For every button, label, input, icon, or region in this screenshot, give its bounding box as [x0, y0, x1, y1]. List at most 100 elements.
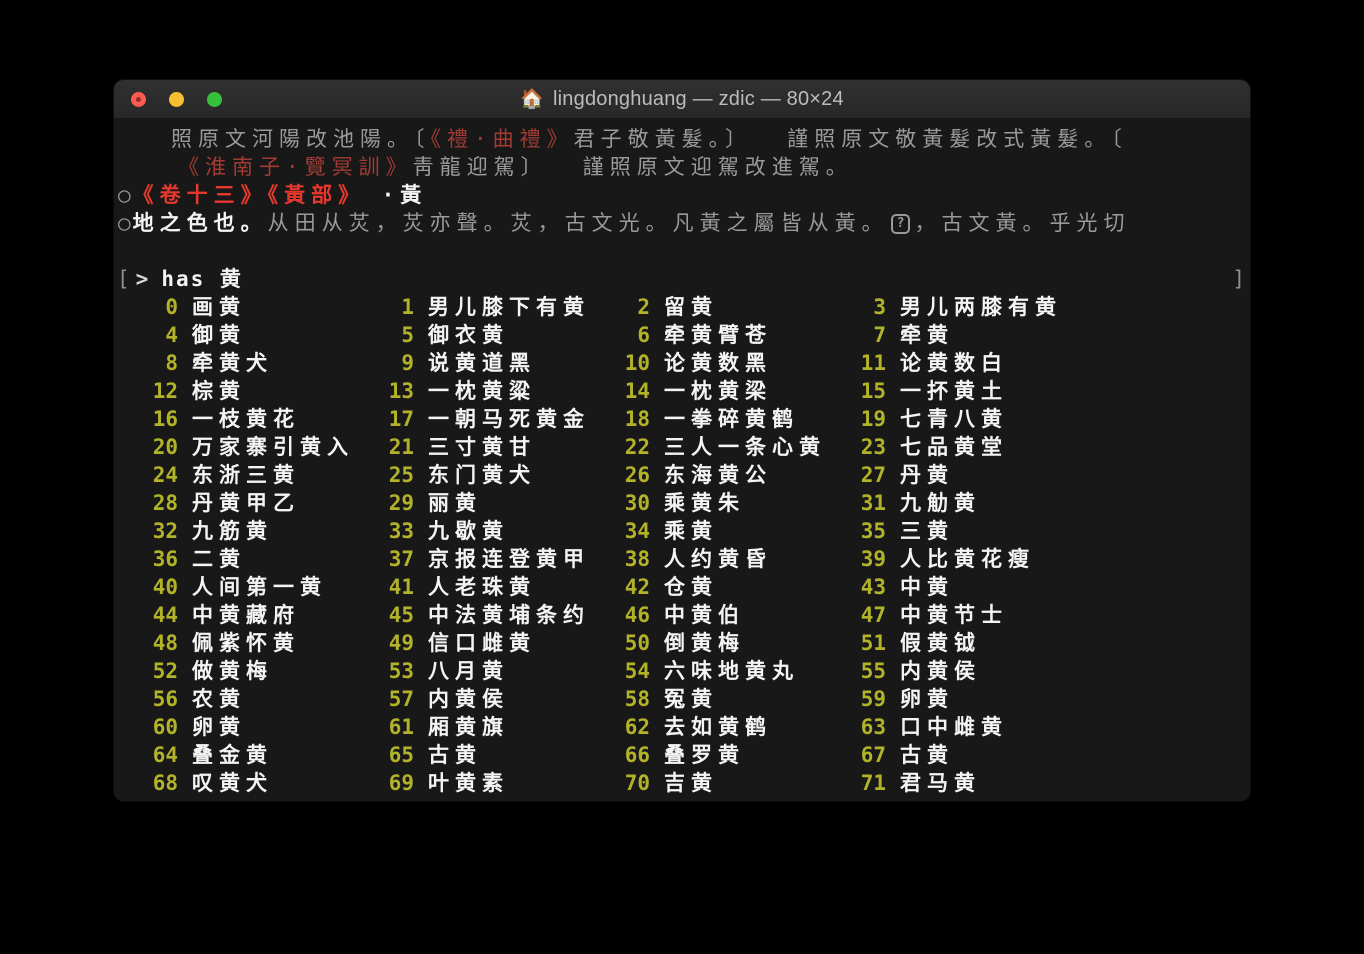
title-bar[interactable]: 🏠 lingdonghuang — zdic — 80×24 [114, 80, 1250, 119]
text-segment: ? [891, 214, 911, 234]
text-segment: 照原文河陽改池陽。〔 [171, 127, 431, 151]
result-index: 71 [856, 769, 886, 797]
result-item[interactable]: 10论黄数黑 [620, 349, 856, 377]
result-item[interactable]: 1男儿膝下有黄 [384, 293, 620, 321]
result-item[interactable]: 59卵黄 [856, 685, 1092, 713]
result-item[interactable]: 60卵黄 [148, 713, 384, 741]
result-item[interactable]: 38人约黄昏 [620, 545, 856, 573]
result-item[interactable]: 68叹黄犬 [148, 769, 384, 797]
close-button[interactable] [131, 92, 146, 107]
result-item[interactable]: 6牵黄臂苍 [620, 321, 856, 349]
result-item[interactable]: 14一枕黄梁 [620, 377, 856, 405]
result-item[interactable]: 64叠金黄 [148, 741, 384, 769]
result-item[interactable]: 40人间第一黄 [148, 573, 384, 601]
result-term: 一朝马死黄金 [428, 405, 590, 433]
result-item[interactable]: 25东门黄犬 [384, 461, 620, 489]
result-item[interactable]: 34乘黄 [620, 517, 856, 545]
result-item[interactable]: 21三寸黄甘 [384, 433, 620, 461]
result-item[interactable]: 30乘黄朱 [620, 489, 856, 517]
result-item[interactable]: 36二黄 [148, 545, 384, 573]
result-item[interactable]: 32九筋黄 [148, 517, 384, 545]
result-item[interactable]: 56农黄 [148, 685, 384, 713]
result-item[interactable]: 58冤黄 [620, 685, 856, 713]
text-segment: 地之色也。 [133, 211, 268, 235]
result-index: 46 [620, 601, 650, 629]
result-item[interactable]: 71 君马黄 [856, 769, 1092, 797]
result-item[interactable]: 12棕黄 [148, 377, 384, 405]
result-item[interactable]: 48佩紫怀黄 [148, 629, 384, 657]
search-prompt-line[interactable]: [ > has 黄 ] [114, 265, 1250, 293]
result-item[interactable]: 62去如黄鹤 [620, 713, 856, 741]
result-item[interactable]: 9说黄道黑 [384, 349, 620, 377]
result-term: 九歇黄 [428, 517, 509, 545]
result-term: 君马黄 [900, 769, 981, 797]
result-item[interactable]: 26东海黄公 [620, 461, 856, 489]
result-item[interactable]: 43中黄 [856, 573, 1092, 601]
result-item[interactable]: 57内黄侯 [384, 685, 620, 713]
result-item[interactable]: 28丹黄甲乙 [148, 489, 384, 517]
output-line: ○地之色也。从田从炗，炗亦聲。炗，古文光。凡黃之屬皆从黃。?，古文黃。乎光切 [114, 209, 1250, 237]
result-item[interactable]: 69叶黄素 [384, 769, 620, 797]
result-item[interactable]: 39人比黄花瘦 [856, 545, 1092, 573]
result-term: 中法黄埔条约 [428, 601, 590, 629]
result-item[interactable]: 46 中黄伯 [620, 601, 856, 629]
result-item[interactable]: 44中黄藏府 [148, 601, 384, 629]
result-item[interactable]: 42仓黄 [620, 573, 856, 601]
result-item[interactable]: 61厢黄旗 [384, 713, 620, 741]
result-item[interactable]: 49信口雌黄 [384, 629, 620, 657]
result-item[interactable]: 65古黄 [384, 741, 620, 769]
zoom-button[interactable] [207, 92, 222, 107]
result-item[interactable]: 31九觔黄 [856, 489, 1092, 517]
result-item[interactable]: 15一抔黄土 [856, 377, 1092, 405]
result-item[interactable]: 23七品黄堂 [856, 433, 1092, 461]
result-item[interactable]: 24东浙三黄 [148, 461, 384, 489]
result-item[interactable]: 54六味地黄丸 [620, 657, 856, 685]
result-term: 三黄 [900, 517, 954, 545]
minimize-button[interactable] [169, 92, 184, 107]
result-item[interactable]: 27丹黄 [856, 461, 1092, 489]
result-index: 41 [384, 573, 414, 601]
result-item[interactable]: 13一枕黄粱 [384, 377, 620, 405]
result-item[interactable]: 2留黄 [620, 293, 856, 321]
result-item[interactable]: 41人老珠黄 [384, 573, 620, 601]
result-item[interactable]: 70吉黄 [620, 769, 856, 797]
result-item[interactable]: 17一朝马死黄金 [384, 405, 620, 433]
result-item[interactable]: 51假黄钺 [856, 629, 1092, 657]
result-item[interactable]: 66叠罗黄 [620, 741, 856, 769]
result-item[interactable]: 22三人一条心黄 [620, 433, 856, 461]
result-item[interactable]: 7牵黄 [856, 321, 1092, 349]
result-item[interactable]: 29丽黄 [384, 489, 620, 517]
result-item[interactable]: 45中法黄埔条约 [384, 601, 620, 629]
result-item[interactable]: 3男儿两膝有黄 [856, 293, 1092, 321]
result-term: 九筋黄 [192, 517, 273, 545]
result-index: 10 [620, 349, 650, 377]
text-segment: 从田从炗，炗亦聲。炗，古文光。凡黃之屬皆从黃。 [268, 211, 889, 235]
result-item[interactable]: 20万家寨引黄入 [148, 433, 384, 461]
result-item[interactable]: 11论黄数白 [856, 349, 1092, 377]
result-term: 中黄伯 [664, 601, 745, 629]
text-segment: 《卷十三》《黃部》 [133, 183, 355, 207]
result-item[interactable]: 52做黄梅 [148, 657, 384, 685]
result-index: 11 [856, 349, 886, 377]
result-item[interactable]: 4御黄 [148, 321, 384, 349]
result-item[interactable]: 53八月黄 [384, 657, 620, 685]
result-item[interactable]: 5御衣黄 [384, 321, 620, 349]
text-segment: ，古文黃。乎光切 [914, 211, 1130, 235]
result-item[interactable]: 16一枝黄花 [148, 405, 384, 433]
result-item[interactable]: 55内黄侯 [856, 657, 1092, 685]
result-index: 40 [148, 573, 178, 601]
result-item[interactable]: 33九歇黄 [384, 517, 620, 545]
result-item[interactable]: 0画黄 [148, 293, 384, 321]
result-item[interactable]: 18一拳碎黄鹤 [620, 405, 856, 433]
result-item[interactable]: 67古黄 [856, 741, 1092, 769]
text-segment: 《禮·曲禮》 [431, 127, 574, 151]
result-item[interactable]: 19七青八黄 [856, 405, 1092, 433]
result-item[interactable]: 47中黄节士 [856, 601, 1092, 629]
search-query[interactable]: has 黄 [161, 265, 243, 293]
result-item[interactable]: 35三黄 [856, 517, 1092, 545]
result-term: 古黄 [428, 741, 482, 769]
result-item[interactable]: 63口中雌黄 [856, 713, 1092, 741]
result-item[interactable]: 8牵黄犬 [148, 349, 384, 377]
result-item[interactable]: 37京报连登黄甲 [384, 545, 620, 573]
result-item[interactable]: 50倒黄梅 [620, 629, 856, 657]
